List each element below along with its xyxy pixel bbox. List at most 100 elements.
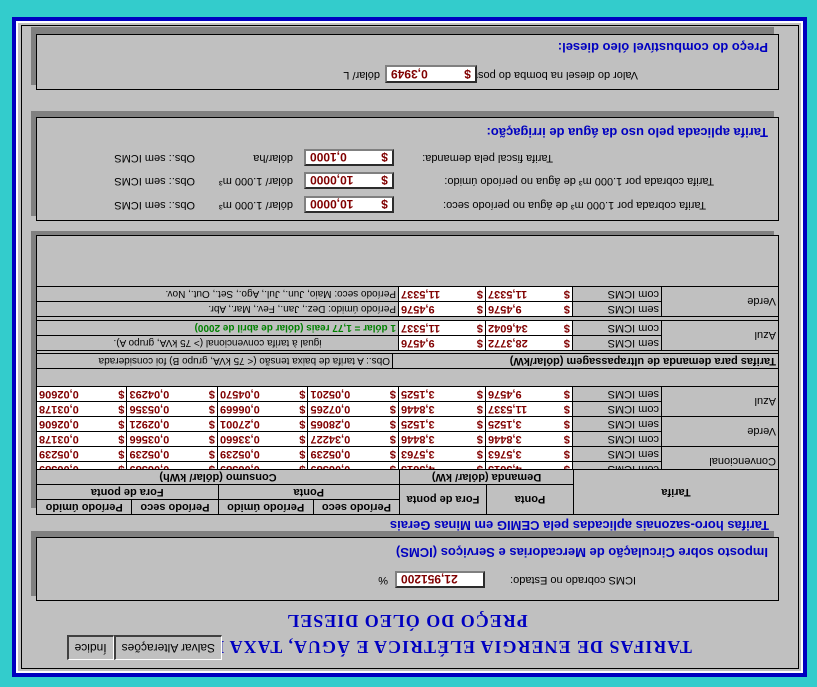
rate-cell[interactable]: $3,8446 <box>398 401 486 417</box>
tipo-cell: sem ICMS <box>572 335 662 351</box>
page-title-line2: PREÇO DO ÓLEO DIESEL <box>286 611 528 631</box>
water-row-obs: Obs.: sem ICMS <box>114 152 195 164</box>
water-row-label: Tarifa cobrada por 1.000 m³ de água no p… <box>444 175 714 187</box>
currency-symbol: $ <box>381 197 388 211</box>
water-demand-input[interactable]: $ 0,1000 <box>304 149 394 166</box>
rate-cell[interactable]: $0,02606 <box>36 386 127 402</box>
rate-cell[interactable]: $0,04570 <box>217 386 308 402</box>
water-tariff-title: Tarifa aplicada pelo uso da água de irri… <box>486 125 768 140</box>
rate-cell[interactable]: $0,05239 <box>217 446 308 462</box>
icms-rate-input[interactable]: 21,951200 <box>395 571 485 588</box>
header-demanda: Demanda (dólar/ kW) <box>399 469 574 485</box>
rate-cell[interactable]: $0,06669 <box>217 401 308 417</box>
rate-cell[interactable]: $11,5337 <box>485 401 573 417</box>
rate-cell[interactable]: $0,03178 <box>36 401 127 417</box>
rate-cell[interactable]: $0,05239 <box>308 446 399 462</box>
rate-cell[interactable]: $0,33660 <box>217 431 308 447</box>
horo-sazonal-header: Tarifa Ponta Fora de ponta Período seco … <box>36 469 779 515</box>
water-wet-value: 10,0000 <box>310 173 354 187</box>
rate-cell[interactable]: $0,02921 <box>127 416 218 432</box>
button-bar: Salvar Alterações Índice <box>66 635 222 660</box>
diesel-unit: dólar/ L <box>343 69 380 81</box>
obs-line2: igual à tarifa convencional (> 75 kVA, g… <box>36 335 399 351</box>
header-ponta: Ponta <box>486 484 574 515</box>
icms-rate-value: 21,951200 <box>401 572 458 586</box>
water-wet-input[interactable]: $ 10,0000 <box>304 172 394 189</box>
rate-cell[interactable]: $0,02606 <box>36 416 127 432</box>
header-ponta-consumo: Ponta <box>218 484 400 500</box>
ultra-title: Tarifas para demanda de ultrapassagem (d… <box>392 353 779 369</box>
group-cell: Verde <box>661 416 779 447</box>
water-tariff-panel: Tarifa aplicada pelo uso da água de irri… <box>36 117 779 221</box>
rate-cell[interactable]: $3,5763 <box>398 446 486 462</box>
dolar-note: 1 dólar = 1,77 reais (dólar de abril de … <box>36 320 399 336</box>
ultra-value-cell[interactable]: $11,5337 <box>398 286 486 302</box>
salvar-alteracoes-button[interactable]: Salvar Alterações <box>113 635 222 660</box>
header-umido: Período úmido <box>36 499 132 515</box>
diesel-price-input[interactable]: $ 0,3949 <box>385 65 477 83</box>
rate-cell[interactable]: $0,05356 <box>127 401 218 417</box>
ultra-value-cell[interactable]: $9,4576 <box>485 301 573 317</box>
header-fora-ponta-consumo: Fora de ponta <box>36 484 219 500</box>
periodo-seco-text: Período seco: Maio, Jun., Jul., Ago., Se… <box>36 286 399 302</box>
icms-title: Imposto sobre Circulação de Mercadorias … <box>395 545 768 560</box>
water-demand-value: 0,1000 <box>310 150 347 164</box>
icms-unit: % <box>378 574 388 586</box>
rate-cell[interactable]: $0,07265 <box>308 401 399 417</box>
rate-cell[interactable]: $0,05239 <box>127 446 218 462</box>
tipo-cell: sem ICMS <box>572 386 662 402</box>
ultra-value-cell[interactable]: $9,4576 <box>398 301 486 317</box>
diesel-panel: Preço do combustível óleo diesel: Valor … <box>36 34 779 90</box>
group-cell: Verde <box>661 286 779 317</box>
rate-cell[interactable]: $0,04293 <box>127 386 218 402</box>
water-row-label: Tarifa cobrada por 1.000 m³ de água no p… <box>443 199 706 211</box>
rate-cell[interactable]: $3,8446 <box>398 431 486 447</box>
rate-cell[interactable]: $0,05239 <box>36 446 127 462</box>
rate-cell[interactable]: $0,27001 <box>217 416 308 432</box>
rate-cell[interactable]: $0,03178 <box>36 431 127 447</box>
icms-panel: Imposto sobre Circulação de Mercadorias … <box>36 537 779 601</box>
rotated-form: Preço do combustível óleo diesel: Valor … <box>0 0 817 687</box>
ultrapassagem-table-azul: Azul sem ICMS $28,3772 $9,4576 igual à t… <box>36 320 779 351</box>
rate-cell[interactable]: $3,5763 <box>485 446 573 462</box>
header-fora-ponta: Fora de ponta <box>399 484 487 515</box>
currency-symbol: $ <box>464 67 471 81</box>
rate-cell[interactable]: $0,28065 <box>308 416 399 432</box>
rate-cell[interactable]: $3,8446 <box>485 431 573 447</box>
group-cell: Azul <box>661 320 779 351</box>
header-seco: Período seco <box>131 499 219 515</box>
rate-cell[interactable]: $0,05201 <box>308 386 399 402</box>
indice-button[interactable]: Índice <box>66 635 114 660</box>
screen-background: Preço do combustível óleo diesel: Valor … <box>0 0 817 687</box>
header-umido: Período úmido <box>218 499 314 515</box>
water-row-label: Tarifa fiscal pela demanda: <box>422 152 553 164</box>
rate-cell[interactable]: $0,34227 <box>308 431 399 447</box>
ultra-value-cell[interactable]: $34,6042 <box>485 320 573 336</box>
currency-symbol: $ <box>381 173 388 187</box>
water-row-unit: dólar/ 1.000 m³ <box>219 175 293 187</box>
ultra-value-cell[interactable]: $11,5337 <box>485 286 573 302</box>
group-cell: Azul <box>661 386 779 417</box>
tipo-cell: com ICMS <box>572 401 662 417</box>
diesel-title: Preço do combustível óleo diesel: <box>557 40 768 55</box>
periodo-umido-text: Período úmido: Dez., Jan., Fev., Mar., A… <box>36 301 399 317</box>
water-row-unit: dólar/ha <box>253 152 293 164</box>
ultra-value-cell[interactable]: $28,3772 <box>485 335 573 351</box>
ultrapassagem-title-row: Tarifas para demanda de ultrapassagem (d… <box>36 353 779 369</box>
rate-cell[interactable]: $9,4576 <box>485 386 573 402</box>
tipo-cell: sem ICMS <box>572 301 662 317</box>
rate-cell[interactable]: $3,1525 <box>398 386 486 402</box>
water-dry-value: 10,0000 <box>310 197 354 211</box>
water-dry-input[interactable]: $ 10,0000 <box>304 196 394 213</box>
header-consumo: Consumo (dólar/ kWh) <box>36 469 400 485</box>
ultra-value-cell[interactable]: $11,5337 <box>398 320 486 336</box>
icms-label: ICMS cobrado no Estado: <box>510 574 636 586</box>
rate-cell[interactable]: $3,1525 <box>398 416 486 432</box>
ultra-value-cell[interactable]: $9,4576 <box>398 335 486 351</box>
ultrapassagem-table: Verde sem ICMS $9,4576 $9,4576 Período ú… <box>36 286 779 317</box>
rate-cell[interactable]: $0,03566 <box>127 431 218 447</box>
rate-cell[interactable]: $3,1525 <box>485 416 573 432</box>
header-tarifa: Tarifa <box>573 469 779 515</box>
water-row-unit: dólar/ 1.000 m³ <box>219 199 293 211</box>
tipo-cell: com ICMS <box>572 286 662 302</box>
